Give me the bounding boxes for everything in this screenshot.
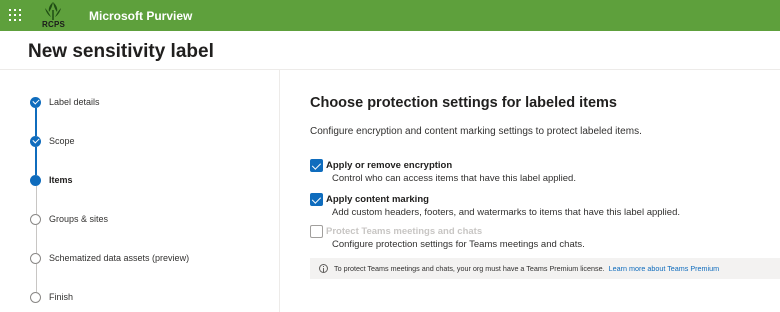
page-title: New sensitivity label — [28, 41, 214, 62]
step-connector — [35, 186, 37, 214]
step-pending-icon — [30, 291, 41, 303]
step-finish[interactable]: Finish — [30, 290, 73, 304]
step-label-details[interactable]: Label details — [30, 95, 100, 109]
step-scope[interactable]: Scope — [30, 134, 75, 148]
step-label: Finish — [49, 292, 74, 302]
step-connector — [35, 264, 37, 292]
step-label: Groups & sites — [49, 214, 109, 224]
top-bar: RCPS Microsoft Purview — [0, 0, 780, 31]
learn-more-link[interactable]: Learn more about Teams Premium — [609, 264, 720, 273]
step-items[interactable]: Items — [30, 173, 73, 187]
option-description: Configure protection settings for Teams … — [332, 239, 585, 250]
encryption-checkbox[interactable] — [310, 159, 323, 172]
section-heading: Choose protection settings for labeled i… — [310, 95, 617, 111]
step-connector — [35, 225, 37, 253]
option-label: Protect Teams meetings and chats — [326, 226, 483, 237]
content-marking-checkbox[interactable] — [310, 193, 323, 206]
option-label[interactable]: Apply content marking — [326, 193, 429, 206]
step-pending-icon — [30, 252, 41, 264]
app-launcher-icon[interactable] — [9, 9, 21, 21]
step-schematized-data-assets[interactable]: Schematized data assets (preview) — [30, 251, 189, 265]
step-label: Items — [49, 175, 73, 185]
info-text: To protect Teams meetings and chats, you… — [334, 264, 605, 273]
step-current-icon — [30, 174, 41, 186]
option-label[interactable]: Apply or remove encryption — [326, 159, 452, 172]
sidebar-divider — [279, 70, 280, 312]
option-description: Control who can access items that have t… — [332, 173, 576, 184]
section-description: Configure encryption and content marking… — [310, 126, 642, 137]
wizard-stepper: Label details Scope Items Groups & sites… — [0, 70, 279, 312]
step-connector — [35, 147, 37, 175]
option-description: Add custom headers, footers, and waterma… — [332, 207, 680, 218]
app-title[interactable]: Microsoft Purview — [89, 9, 192, 23]
step-label: Label details — [49, 97, 100, 107]
teams-protection-checkbox — [310, 225, 323, 238]
step-groups-sites[interactable]: Groups & sites — [30, 212, 108, 226]
step-pending-icon — [30, 213, 41, 225]
logo-text: RCPS — [42, 20, 66, 29]
step-connector — [35, 108, 37, 136]
step-complete-icon — [30, 135, 41, 147]
step-label: Scope — [49, 136, 75, 146]
step-label: Schematized data assets (preview) — [49, 253, 190, 263]
info-icon — [319, 264, 328, 273]
info-message-bar: To protect Teams meetings and chats, you… — [310, 258, 780, 279]
step-complete-icon — [30, 96, 41, 108]
